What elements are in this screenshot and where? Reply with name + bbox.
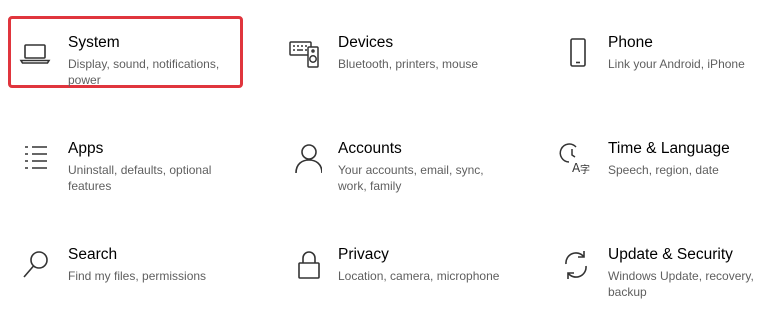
svg-text:字: 字 [580, 163, 590, 176]
tile-update-security[interactable]: Update & Security Windows Update, recove… [550, 244, 776, 332]
tile-title: System [68, 34, 120, 51]
tile-title: Update & Security [608, 246, 733, 263]
tile-description: Link your Android, iPhone [608, 57, 745, 71]
tile-title: Privacy [338, 246, 389, 263]
tile-description: Location, camera, microphone [338, 269, 500, 283]
person-icon [288, 142, 322, 176]
laptop-icon [18, 36, 52, 70]
sync-icon [558, 248, 592, 282]
tile-description: Uninstall, defaults, optional features [68, 163, 212, 193]
tile-system[interactable]: System Display, sound, notifications, po… [8, 16, 246, 120]
tile-description: Your accounts, email, sync, work, family [338, 163, 484, 193]
tile-title: Phone [608, 34, 653, 51]
tile-description: Bluetooth, printers, mouse [338, 57, 479, 71]
tile-accounts[interactable]: Accounts Your accounts, email, sync, wor… [280, 138, 516, 226]
tile-search[interactable]: Search Find my files, permissions [10, 244, 246, 332]
tile-phone[interactable]: Phone Link your Android, iPhone [550, 32, 776, 120]
tile-privacy[interactable]: Privacy Location, camera, microphone [280, 244, 516, 332]
tile-description: Windows Update, recovery, backup [608, 269, 754, 299]
tile-title: Time & Language [608, 140, 730, 157]
apps-list-icon [18, 142, 52, 176]
tile-description: Display, sound, notifications, power [68, 57, 220, 87]
tile-title: Accounts [338, 140, 402, 157]
tile-title: Search [68, 246, 118, 263]
tile-time-language[interactable]: A 字 Time & Language Speech, region, date [550, 138, 776, 226]
lock-icon [288, 248, 322, 282]
tile-title: Apps [68, 140, 104, 157]
keyboard-speaker-icon [288, 36, 322, 70]
search-icon [18, 248, 52, 282]
tile-description: Find my files, permissions [68, 269, 207, 283]
tile-devices[interactable]: Devices Bluetooth, printers, mouse [280, 32, 516, 120]
clock-language-icon: A 字 [558, 142, 592, 176]
tile-apps[interactable]: Apps Uninstall, defaults, optional featu… [10, 138, 246, 226]
tile-title: Devices [338, 34, 394, 51]
phone-icon [558, 36, 592, 70]
tile-description: Speech, region, date [608, 163, 719, 177]
